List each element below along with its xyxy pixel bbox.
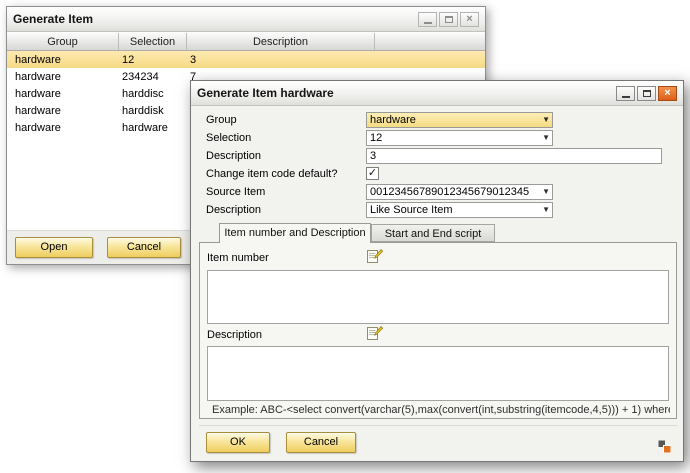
desktop: Generate Item × Group Selection Descript… [0,0,690,473]
maximize-icon [445,16,453,23]
edit-note-icon[interactable] [367,249,383,264]
checkmark-icon: ✓ [368,168,377,179]
close-icon: × [664,87,670,99]
item-number-textarea[interactable] [207,270,669,324]
selection-label: Selection [206,130,251,146]
minimize-icon [622,96,630,98]
selection-value: 12 [370,132,382,144]
description-label: Description [206,148,261,164]
cell-group: hardware [7,88,119,100]
generate-item-hardware-dialog: Generate Item hardware × Group hardware … [190,80,684,462]
close-button[interactable]: × [460,12,479,27]
cancel-button[interactable]: Cancel [107,237,181,258]
cell-selection: harddisk [119,105,187,117]
source-item-combobox[interactable]: 00123456789012345679012345 ▼ [366,184,553,200]
change-item-code-checkbox[interactable]: ✓ [366,167,379,180]
tab-item-number-and-description[interactable]: Item number and Description [219,223,371,243]
chevron-down-icon[interactable]: ▼ [542,116,550,124]
group-label: Group [206,112,237,128]
source-item-value: 00123456789012345679012345 [370,186,529,198]
maximize-button[interactable] [637,86,656,101]
tab-start-and-end-script[interactable]: Start and End script [371,224,495,242]
edit-note-icon[interactable] [367,326,383,341]
column-header-description[interactable]: Description [187,33,375,50]
open-button[interactable]: Open [15,237,93,258]
description-mode-label: Description [206,202,261,218]
panel-description-textarea[interactable] [207,346,669,401]
minimize-icon [424,22,432,24]
table-header: Group Selection Description [7,33,485,51]
description-input[interactable] [366,148,662,164]
source-item-label: Source Item [206,184,265,200]
tab-panel: Item number Description [199,242,677,419]
maximize-icon [643,90,651,97]
cell-group: hardware [7,122,119,134]
cell-selection: 234234 [119,71,187,83]
cell-group: hardware [7,54,119,66]
column-header-empty [375,33,485,50]
selection-combobox[interactable]: 12 ▼ [366,130,553,146]
column-header-selection[interactable]: Selection [119,33,187,50]
cancel-button[interactable]: Cancel [286,432,356,453]
chevron-down-icon[interactable]: ▼ [542,206,550,214]
minimize-button[interactable] [418,12,437,27]
cell-group: hardware [7,105,119,117]
chevron-down-icon[interactable]: ▼ [542,188,550,196]
dialog-titlebar[interactable]: Generate Item hardware × [191,81,683,106]
ok-button[interactable]: OK [206,432,270,453]
window-controls: × [418,12,479,27]
description-mode-combobox[interactable]: Like Source Item ▼ [366,202,553,218]
cell-selection: harddisc [119,88,187,100]
panel-description-label: Description [207,329,262,341]
table-row[interactable]: hardware 12 3 [7,51,485,68]
minimize-button[interactable] [616,86,635,101]
cell-group: hardware [7,71,119,83]
footer-divider [199,425,677,426]
generate-item-titlebar[interactable]: Generate Item × [7,7,485,32]
window-title: Generate Item [13,12,93,26]
chevron-down-icon[interactable]: ▼ [542,134,550,142]
description-mode-value: Like Source Item [370,204,453,216]
group-value: hardware [370,114,416,126]
change-item-code-label: Change item code default? [206,166,337,182]
close-icon: × [466,13,472,25]
group-combobox[interactable]: hardware ▼ [366,112,553,128]
cell-description: 3 [187,54,375,66]
maximize-button[interactable] [439,12,458,27]
close-button[interactable]: × [658,86,677,101]
cell-selection: hardware [119,122,187,134]
column-header-group[interactable]: Group [7,33,119,50]
cell-selection: 12 [119,54,187,66]
resize-grip-icon[interactable] [658,440,671,453]
item-number-label: Item number [207,252,269,264]
example-text: Example: ABC-<select convert(varchar(5),… [212,404,670,416]
window-controls: × [616,86,677,101]
dialog-title: Generate Item hardware [197,86,334,100]
